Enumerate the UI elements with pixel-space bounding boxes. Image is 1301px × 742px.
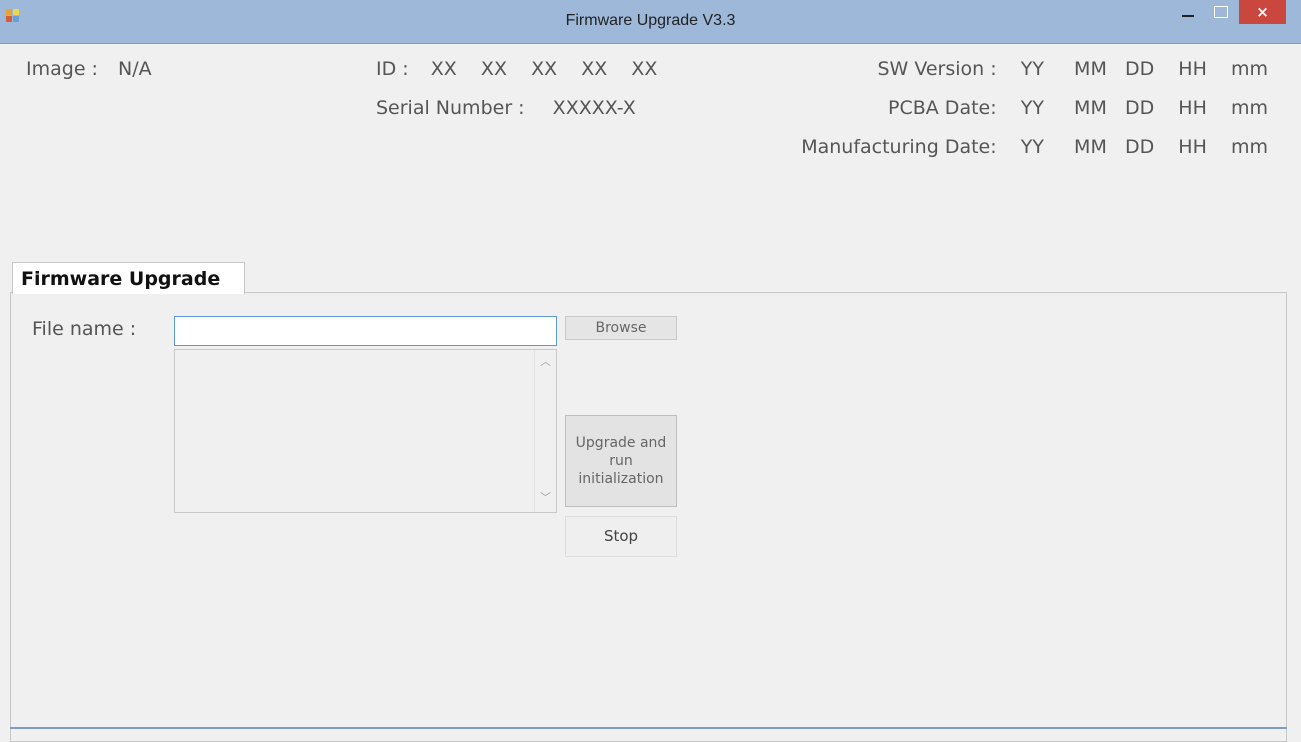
title-bar[interactable]: Firmware Upgrade V3.3 × [0, 0, 1301, 44]
date-field: YY [1020, 136, 1044, 158]
log-textarea[interactable]: ︿ ﹀ [174, 349, 557, 513]
date-field: YY [1020, 58, 1044, 80]
serial-value: XXXXX-X [552, 97, 636, 119]
date-field: DD [1124, 97, 1155, 119]
maximize-icon[interactable] [1208, 2, 1234, 24]
pcba-date-label: PCBA Date: [888, 97, 997, 119]
date-field: MM [1074, 136, 1107, 158]
pcba-date-info: PCBA Date: YY MM DD HH mm [888, 97, 1268, 119]
date-field: YY [1020, 97, 1044, 119]
tab-label: Firmware Upgrade [21, 268, 221, 290]
sw-version-label: SW Version : [877, 58, 997, 80]
chevron-down-icon[interactable]: ﹀ [535, 488, 556, 508]
close-icon[interactable]: × [1239, 0, 1286, 24]
id-value: XX [531, 58, 558, 80]
id-label: ID : [376, 58, 409, 80]
date-field: MM [1074, 58, 1107, 80]
tab-firmware-upgrade[interactable]: Firmware Upgrade [12, 262, 245, 294]
browse-button[interactable]: Browse [565, 316, 677, 340]
sw-version-info: SW Version : YY MM DD HH mm [877, 58, 1268, 80]
date-field: mm [1230, 136, 1268, 158]
stop-button[interactable]: Stop [565, 516, 677, 557]
id-info: ID : XX XX XX XX XX [376, 58, 657, 80]
manufacturing-date-info: Manufacturing Date: YY MM DD HH mm [801, 136, 1268, 158]
serial-label: Serial Number : [376, 97, 525, 119]
date-field: HH [1178, 136, 1207, 158]
id-value: XX [430, 58, 457, 80]
image-value: N/A [118, 58, 152, 80]
upgrade-and-run-initialization-button[interactable]: Upgrade and run initialization [565, 415, 677, 507]
chevron-up-icon[interactable]: ︿ [535, 352, 556, 372]
window-title: Firmware Upgrade V3.3 [565, 12, 736, 29]
date-field: mm [1230, 97, 1268, 119]
date-field: mm [1230, 58, 1268, 80]
file-name-input[interactable] [174, 316, 557, 346]
serial-info: Serial Number : XXXXX-X [376, 97, 636, 119]
date-field: HH [1178, 97, 1207, 119]
date-field: DD [1124, 58, 1155, 80]
date-field: HH [1178, 58, 1207, 80]
minimize-icon[interactable] [1175, 2, 1203, 24]
image-info: Image : N/A [26, 58, 152, 80]
file-name-label: File name : [32, 318, 137, 340]
id-value: XX [480, 58, 507, 80]
date-field: DD [1124, 136, 1155, 158]
log-scrollbar[interactable]: ︿ ﹀ [534, 350, 556, 512]
id-value: XX [631, 58, 658, 80]
date-field: MM [1074, 97, 1107, 119]
id-value: XX [581, 58, 608, 80]
manufacturing-date-label: Manufacturing Date: [801, 136, 997, 158]
image-label: Image : [26, 58, 98, 80]
